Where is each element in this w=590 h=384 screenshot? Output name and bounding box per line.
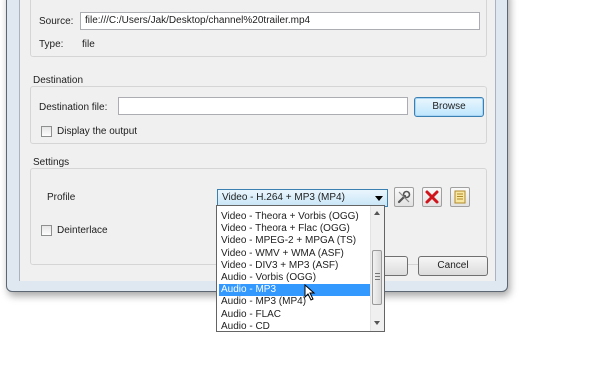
edit-profile-button[interactable] [394,187,414,207]
scrollbar-thumb[interactable] [372,250,382,305]
profile-option[interactable]: Video - DIV3 + MP3 (ASF) [219,260,373,272]
source-label: Source: [39,16,74,27]
profile-option[interactable]: Audio - FLAC [219,309,373,321]
wrench-icon [397,190,411,204]
settings-group-label: Settings [33,157,70,168]
profile-select-value: Video - H.264 + MP3 (MP4) [222,192,345,203]
display-output-checkbox[interactable] [41,126,52,137]
profile-option[interactable]: Audio - CD [219,321,373,333]
dropdown-scrollbar[interactable] [370,206,384,331]
new-profile-icon [454,190,466,204]
profile-dropdown-list[interactable]: Video - Theora + Vorbis (OGG) Video - The… [216,205,385,332]
destination-group-label: Destination [33,75,84,86]
source-field[interactable]: file:///C:/Users/Jak/Desktop/channel%20t… [80,12,480,30]
display-output-label: Display the output [57,126,138,137]
type-value: file [82,39,95,50]
profile-option[interactable]: Video - WMV + WMA (ASF) [219,248,373,260]
scroll-down-arrow-icon[interactable] [374,321,380,325]
destination-file-label: Destination file: [39,102,108,113]
destination-file-field[interactable] [118,97,408,115]
mouse-cursor-icon [304,284,316,301]
new-profile-button[interactable] [450,187,470,207]
browse-button[interactable]: Browse [414,97,484,117]
profile-option[interactable]: Video - Theora + Vorbis (OGG) [219,211,373,223]
profile-option[interactable]: Video - Theora + Flac (OGG) [219,223,373,235]
type-label: Type: [39,39,64,50]
deinterlace-checkbox[interactable] [41,225,52,236]
scroll-up-arrow-icon[interactable] [374,211,380,215]
chevron-down-icon [375,196,383,201]
profile-option[interactable]: Video - MPEG-2 + MPGA (TS) [219,235,373,247]
deinterlace-label: Deinterlace [57,225,108,236]
cancel-button[interactable]: Cancel [418,256,488,276]
delete-profile-button[interactable] [422,187,442,207]
profile-option[interactable]: Audio - MP3 [219,284,373,297]
profile-label: Profile [47,192,76,203]
profile-option[interactable]: Audio - Vorbis (OGG) [219,272,373,284]
delete-icon [425,190,439,204]
profile-option[interactable]: Audio - MP3 (MP4) [219,296,373,308]
